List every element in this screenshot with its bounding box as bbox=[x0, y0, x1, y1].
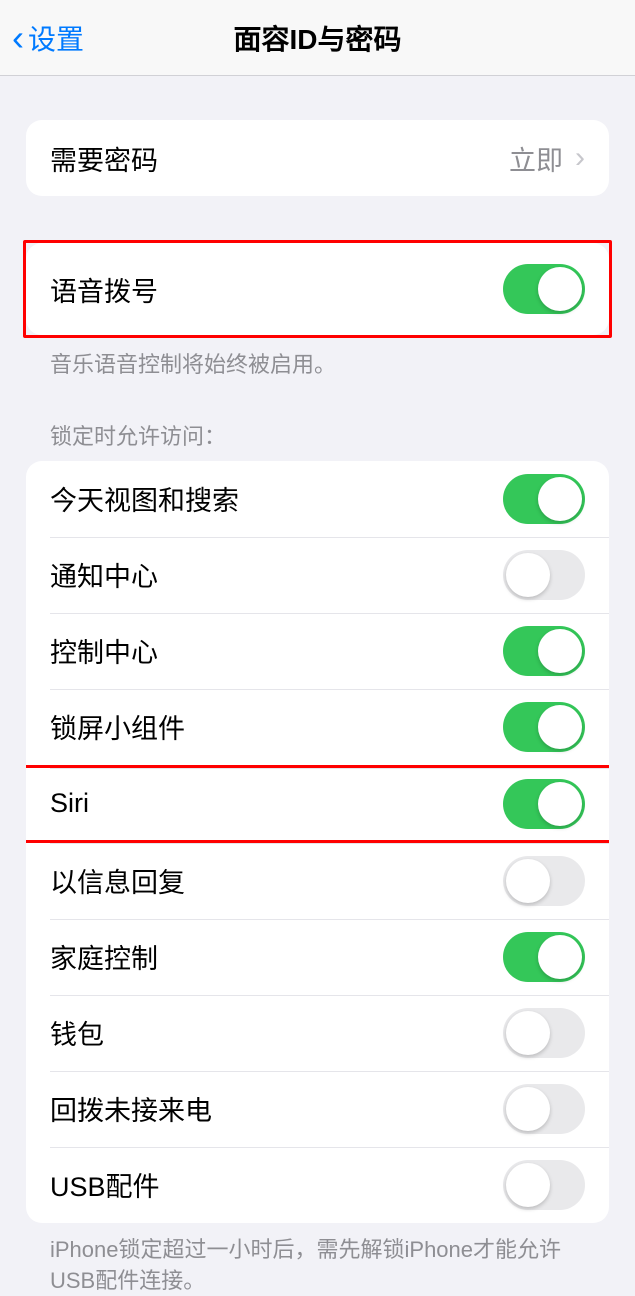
voice-dial-toggle[interactable] bbox=[503, 264, 585, 314]
voice-dial-footer: 音乐语音控制将始终被启用。 bbox=[26, 338, 609, 381]
reply-with-message-row: 以信息回复 bbox=[26, 843, 609, 919]
notification-center-row: 通知中心 bbox=[26, 537, 609, 613]
notification-center-toggle[interactable] bbox=[503, 550, 585, 600]
lock-screen-widgets-toggle[interactable] bbox=[503, 702, 585, 752]
siri-toggle[interactable] bbox=[503, 779, 585, 829]
locked-access-group: 今天视图和搜索 通知中心 控制中心 锁屏小组件 Siri 以信息回复 家庭控制 bbox=[26, 461, 609, 1223]
usb-accessories-row: USB配件 bbox=[26, 1147, 609, 1223]
voice-dial-label: 语音拨号 bbox=[50, 270, 158, 309]
wallet-toggle[interactable] bbox=[503, 1008, 585, 1058]
back-label: 设置 bbox=[28, 18, 84, 58]
siri-row: Siri bbox=[26, 765, 609, 843]
require-passcode-label: 需要密码 bbox=[50, 139, 158, 178]
home-control-toggle[interactable] bbox=[503, 932, 585, 982]
return-missed-calls-toggle[interactable] bbox=[503, 1084, 585, 1134]
usb-footer: iPhone锁定超过一小时后，需先解锁iPhone才能允许USB配件连接。 bbox=[26, 1223, 609, 1296]
require-passcode-value: 立即 › bbox=[509, 139, 585, 178]
back-button[interactable]: ‹ 设置 bbox=[0, 18, 84, 58]
locked-access-header: 锁定时允许访问： bbox=[26, 381, 609, 461]
page-title: 面容ID与密码 bbox=[233, 18, 401, 58]
lock-screen-widgets-label: 锁屏小组件 bbox=[50, 707, 185, 746]
today-view-label: 今天视图和搜索 bbox=[50, 479, 239, 518]
voice-dial-group: 语音拨号 bbox=[26, 243, 609, 335]
return-missed-calls-label: 回拨未接来电 bbox=[50, 1089, 212, 1128]
control-center-row: 控制中心 bbox=[26, 613, 609, 689]
chevron-right-icon: › bbox=[575, 141, 585, 175]
today-view-toggle[interactable] bbox=[503, 474, 585, 524]
lock-screen-widgets-row: 锁屏小组件 bbox=[26, 689, 609, 765]
wallet-label: 钱包 bbox=[50, 1013, 104, 1052]
chevron-left-icon: ‹ bbox=[12, 20, 24, 56]
return-missed-calls-row: 回拨未接来电 bbox=[26, 1071, 609, 1147]
navigation-header: ‹ 设置 面容ID与密码 bbox=[0, 0, 635, 76]
reply-with-message-toggle[interactable] bbox=[503, 856, 585, 906]
voice-dial-row: 语音拨号 bbox=[26, 243, 609, 335]
home-control-label: 家庭控制 bbox=[50, 937, 158, 976]
usb-accessories-toggle[interactable] bbox=[503, 1160, 585, 1210]
usb-accessories-label: USB配件 bbox=[50, 1165, 160, 1204]
siri-label: Siri bbox=[50, 788, 89, 819]
today-view-row: 今天视图和搜索 bbox=[26, 461, 609, 537]
reply-with-message-label: 以信息回复 bbox=[50, 861, 185, 900]
require-passcode-group: 需要密码 立即 › bbox=[26, 120, 609, 196]
control-center-label: 控制中心 bbox=[50, 631, 158, 670]
notification-center-label: 通知中心 bbox=[50, 555, 158, 594]
wallet-row: 钱包 bbox=[26, 995, 609, 1071]
home-control-row: 家庭控制 bbox=[26, 919, 609, 995]
require-passcode-row[interactable]: 需要密码 立即 › bbox=[26, 120, 609, 196]
control-center-toggle[interactable] bbox=[503, 626, 585, 676]
